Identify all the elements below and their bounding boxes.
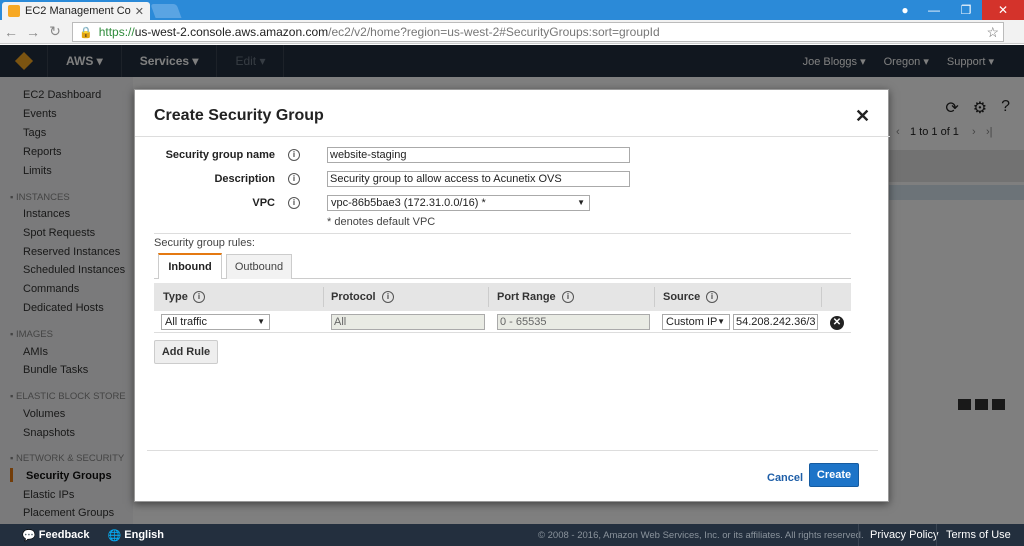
create-security-group-dialog: Create Security Group ✕ Security group n… bbox=[134, 89, 890, 502]
url-scheme: https:// bbox=[98, 25, 135, 39]
port-range-info-icon[interactable]: i bbox=[562, 291, 574, 303]
protocol-info-icon[interactable]: i bbox=[382, 291, 394, 303]
rules-label: Security group rules: bbox=[154, 237, 255, 249]
feedback-label: Feedback bbox=[38, 529, 90, 541]
add-rule-button[interactable]: Add Rule bbox=[154, 340, 218, 364]
copyright: © 2008 - 2016, Amazon Web Services, Inc.… bbox=[538, 529, 864, 541]
cancel-button[interactable]: Cancel bbox=[767, 472, 803, 484]
col-divider bbox=[821, 287, 822, 307]
col-port-range: Port Range bbox=[497, 291, 556, 303]
url-path: /ec2/v2/home?region=us-west-2#SecurityGr… bbox=[328, 25, 660, 39]
group-name-info-icon[interactable]: i bbox=[288, 149, 300, 161]
user-profile-icon[interactable]: ● bbox=[892, 0, 918, 20]
remove-rule-icon[interactable]: ✕ bbox=[830, 316, 844, 330]
dialog-title: Create Security Group bbox=[154, 107, 324, 124]
vpc-select[interactable]: vpc-86b5bae3 (172.31.0.0/16) * ▼ bbox=[327, 195, 590, 211]
vpc-info-icon[interactable]: i bbox=[288, 197, 300, 209]
group-name-label: Security group name bbox=[165, 149, 275, 161]
tab-inbound[interactable]: Inbound bbox=[158, 253, 222, 279]
lock-icon: 🔒 bbox=[79, 26, 93, 39]
rules-divider bbox=[154, 233, 851, 234]
rule-port-range-field: 0 - 65535 bbox=[497, 314, 650, 330]
tab-close-icon[interactable]: ✕ bbox=[135, 5, 144, 18]
footer-divider bbox=[858, 524, 859, 546]
group-name-input[interactable] bbox=[327, 147, 630, 163]
forward-icon[interactable]: → bbox=[22, 24, 44, 40]
description-input[interactable] bbox=[327, 171, 630, 187]
aws-footer: 💬 Feedback 🌐 English © 2008 - 2016, Amaz… bbox=[0, 524, 1024, 546]
col-source: Source bbox=[663, 291, 701, 303]
url-bar[interactable]: 🔒 https:// us-west-2.console.aws.amazon.… bbox=[72, 22, 1004, 42]
bookmark-star-icon[interactable]: ☆ bbox=[986, 24, 999, 41]
back-icon[interactable]: ← bbox=[0, 24, 22, 40]
create-button[interactable]: Create bbox=[809, 463, 859, 487]
col-divider bbox=[654, 287, 655, 307]
tab-title: EC2 Management Console bbox=[25, 5, 131, 17]
restore-icon[interactable]: ❐ bbox=[950, 0, 982, 20]
rule-protocol-field: All bbox=[331, 314, 485, 330]
privacy-policy-link[interactable]: Privacy Policy bbox=[870, 529, 938, 541]
vpc-select-value: vpc-86b5bae3 (172.31.0.0/16) * bbox=[331, 197, 486, 209]
rule-source-type-select[interactable]: Custom IP ▼ bbox=[662, 314, 730, 330]
rules-table-header: Type i Protocol i Port Range i Source i bbox=[154, 283, 851, 311]
rule-type-select[interactable]: All traffic ▼ bbox=[161, 314, 270, 330]
browser-toolbar: ← → ↻ 🔒 https:// us-west-2.console.aws.a… bbox=[0, 20, 1024, 44]
vpc-label: VPC bbox=[252, 197, 275, 209]
terms-of-use-link[interactable]: Terms of Use bbox=[946, 529, 1011, 541]
language-selector[interactable]: 🌐 English bbox=[108, 529, 165, 542]
dialog-close-icon[interactable]: ✕ bbox=[855, 106, 870, 127]
description-label: Description bbox=[214, 173, 275, 185]
source-info-icon[interactable]: i bbox=[706, 291, 718, 303]
globe-icon: 🌐 bbox=[107, 529, 125, 542]
url-host: us-west-2.console.aws.amazon.com bbox=[134, 25, 329, 39]
rule-source-type-value: Custom IP bbox=[666, 316, 718, 328]
window-close-icon[interactable]: ✕ bbox=[982, 0, 1024, 20]
rule-source-dropdown-arrow-icon: ▼ bbox=[717, 317, 725, 326]
reload-icon[interactable]: ↻ bbox=[44, 23, 66, 40]
col-type: Type bbox=[163, 291, 188, 303]
vpc-default-note: * denotes default VPC bbox=[327, 216, 436, 228]
browser-titlebar: EC2 Management Console ✕ ● — ❐ ✕ bbox=[0, 0, 1024, 20]
feedback-link[interactable]: 💬 Feedback bbox=[22, 529, 90, 542]
table-row: All traffic ▼ All 0 - 65535 Custom IP ▼ … bbox=[154, 311, 851, 333]
col-divider bbox=[323, 287, 324, 307]
rule-source-cidr-input[interactable] bbox=[733, 314, 818, 330]
feedback-bubble-icon: 💬 bbox=[22, 529, 39, 542]
tab-outbound[interactable]: Outbound bbox=[226, 254, 292, 279]
type-info-icon[interactable]: i bbox=[193, 291, 205, 303]
dialog-header-divider bbox=[135, 136, 890, 137]
minimize-icon[interactable]: — bbox=[918, 0, 950, 20]
rule-type-value: All traffic bbox=[165, 316, 207, 328]
col-divider bbox=[488, 287, 489, 307]
new-tab-button[interactable] bbox=[150, 4, 182, 18]
browser-tab[interactable]: EC2 Management Console ✕ bbox=[2, 2, 150, 20]
rule-type-dropdown-arrow-icon: ▼ bbox=[257, 317, 265, 326]
language-label: English bbox=[124, 529, 165, 541]
aws-favicon-icon bbox=[8, 5, 20, 17]
footer-divider bbox=[936, 524, 937, 546]
dialog-footer-divider bbox=[147, 450, 878, 451]
vpc-dropdown-arrow-icon: ▼ bbox=[577, 198, 585, 207]
col-protocol: Protocol bbox=[331, 291, 376, 303]
description-info-icon[interactable]: i bbox=[288, 173, 300, 185]
